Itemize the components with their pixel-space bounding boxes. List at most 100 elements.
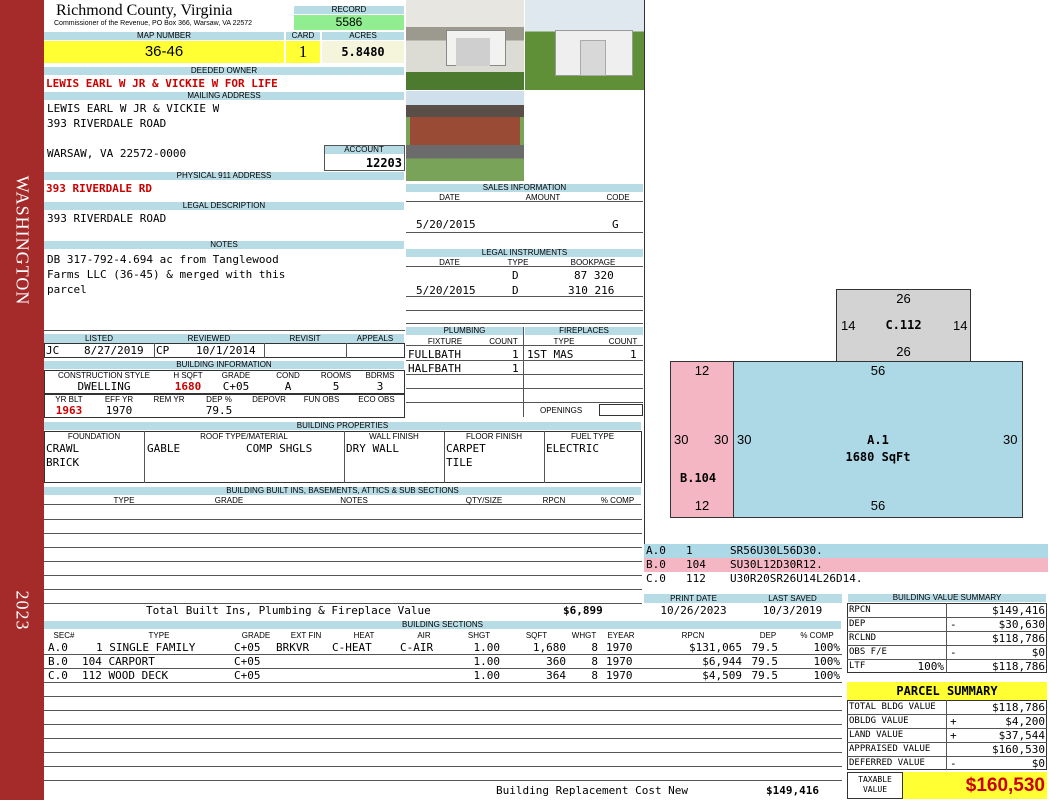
sketch-a-top-dim: 56 <box>870 363 886 378</box>
building-properties-title: BUILDING PROPERTIES <box>44 422 641 430</box>
sketch-c-right-dim: 14 <box>953 318 968 333</box>
row-whgt: 8 <box>591 669 598 682</box>
last-saved-date: 10/3/2019 <box>762 604 823 617</box>
sections-dep-header: DEP <box>759 631 777 640</box>
instrument-1-type: D <box>512 269 519 282</box>
total-bldg-label: TOTAL BLDG VALUE <box>849 702 936 712</box>
sections-sec-header: SEC# <box>53 631 75 640</box>
county-title: Richmond County, Virginia <box>56 2 233 19</box>
sketch-a-bottom-dim: 56 <box>870 498 886 513</box>
deferred-value-label: DEFERRED VALUE <box>849 758 925 768</box>
sections-extfin-header: EXT FIN <box>290 631 322 640</box>
legal-description-label: LEGAL DESCRIPTION <box>44 202 404 210</box>
legal-description: 393 RIVERDALE ROAD <box>47 212 167 225</box>
sections-eyear-header: EYEAR <box>607 631 635 640</box>
sketch-a-area: 1680 SqFt <box>845 450 911 464</box>
physical-address: 393 RIVERDALE RD <box>46 182 152 195</box>
summary-rclnd-label: RCLND <box>849 633 877 643</box>
fireplaces-title: FIREPLACES <box>525 327 643 335</box>
row-sec: B.0 <box>48 655 68 668</box>
row-rpcn: $4,509 <box>702 669 742 682</box>
record-value: 5586 <box>294 15 404 30</box>
sales-code: G <box>612 218 619 231</box>
row-air: C-AIR <box>400 641 434 654</box>
sales-date-header: DATE <box>439 193 460 202</box>
map-number-label: MAP NUMBER <box>44 32 284 40</box>
mailing-line-2: 393 RIVERDALE ROAD <box>47 117 167 130</box>
reviewed-header: REVIEWED <box>187 334 231 343</box>
summary-rpcn-value: $149,416 <box>992 604 1045 617</box>
sketch-legend: A.0 1 SR56U30L56D30. B.0 104 SU30L12D30R… <box>644 544 1048 586</box>
sketch-b-left-dim: 30 <box>674 432 689 447</box>
storage-shed-photo <box>525 0 644 90</box>
legend-b-code: 104 <box>686 558 706 571</box>
builtins-total-value: $6,899 <box>563 604 603 617</box>
row-rpcn: $6,944 <box>702 655 742 668</box>
acres-label: ACRES <box>322 32 404 40</box>
taxable-label-2: VALUE <box>862 785 888 794</box>
legal-instruments-title: LEGAL INSTRUMENTS <box>406 249 643 257</box>
print-date-header: PRINT DATE <box>670 594 717 603</box>
row-heat: C-HEAT <box>332 641 372 654</box>
summary-dep-label: DEP <box>849 619 866 629</box>
record-label: RECORD <box>294 6 404 14</box>
revisit-header: REVISIT <box>289 334 321 343</box>
deeded-owner-label: DEEDED OWNER <box>44 67 404 75</box>
brick-house-photo <box>406 91 524 181</box>
legend-c-code: 112 <box>686 572 706 585</box>
sketch-c-top-dim: 26 <box>896 291 911 306</box>
mailing-line-1: LEWIS EARL W JR & VICKIE W <box>47 102 220 115</box>
row-dep: 79.5 <box>751 655 779 668</box>
appeals-header: APPEALS <box>356 334 394 343</box>
sketch-b-right-dim: 30 <box>714 432 729 447</box>
notes-line-2: Farms LLC (36-45) & merged with this <box>47 268 286 281</box>
summary-ltf-value: $118,786 <box>992 660 1045 673</box>
sections-sqft-header: SQFT <box>525 631 548 640</box>
land-value-label: LAND VALUE <box>849 730 904 740</box>
sidebar-year: 2023 <box>12 590 33 631</box>
summary-dep-value: $30,630 <box>998 618 1045 631</box>
fireplace-type-header: TYPE <box>553 337 575 346</box>
row-type: 1 SINGLE FAMILY <box>96 641 196 654</box>
row-comp: 100% <box>813 641 841 654</box>
replacement-cost-label: Building Replacement Cost New <box>496 784 689 797</box>
instruments-book-header: BOOKPAGE <box>570 258 616 267</box>
row-eyear: 1970 <box>606 641 633 654</box>
builtins-total-label: Total Built Ins, Plumbing & Fireplace Va… <box>146 604 431 617</box>
builtins-comp-header: % COMP <box>600 496 635 505</box>
row-comp: 100% <box>813 655 841 668</box>
sections-grade-header: GRADE <box>241 631 271 640</box>
row-type: 104 CARPORT <box>82 655 155 668</box>
last-saved-header: LAST SAVED <box>768 594 817 603</box>
sketch-a-right-dim: 30 <box>1003 432 1018 447</box>
total-bldg-value: $118,786 <box>992 701 1045 714</box>
row-shgt: 1.00 <box>473 655 501 668</box>
row-whgt: 8 <box>591 641 598 654</box>
account-box <box>324 145 405 171</box>
row-eyear: 1970 <box>606 669 633 682</box>
summary-rclnd-value: $118,786 <box>992 632 1045 645</box>
row-sqft: 1,680 <box>532 641 566 654</box>
row-rpcn: $131,065 <box>689 641 742 654</box>
map-number: 36-46 <box>44 41 284 63</box>
summary-rpcn-label: RPCN <box>849 605 871 615</box>
plumbing-fixture-header: FIXTURE <box>427 337 463 346</box>
row-eyear: 1970 <box>606 655 633 668</box>
listed-header: LISTED <box>84 334 113 343</box>
builtins-rpcn-header: RPCN <box>542 496 566 505</box>
fireplace-count-header: COUNT <box>608 337 638 346</box>
instruments-type-header: TYPE <box>507 258 529 267</box>
sales-amount-header: AMOUNT <box>525 193 561 202</box>
legend-row-a: A.0 1 SR56U30L56D30. <box>644 544 1048 558</box>
openings-label: OPENINGS <box>540 406 583 415</box>
row-comp: 100% <box>813 669 841 682</box>
plumbing-count-header: COUNT <box>489 337 518 346</box>
mailing-line-3: WARSAW, VA 22572-0000 <box>47 147 187 160</box>
sections-rpcn-header: RPCN <box>681 631 705 640</box>
physical-address-label: PHYSICAL 911 ADDRESS <box>44 172 404 180</box>
card-number: 1 <box>286 41 320 63</box>
legend-row-b: B.0 104 SU30L12D30R12. <box>644 558 1048 572</box>
sales-date: 5/20/2015 <box>416 218 476 231</box>
sections-air-header: AIR <box>417 631 431 640</box>
taxable-label-1: TAXABLE <box>858 775 892 784</box>
